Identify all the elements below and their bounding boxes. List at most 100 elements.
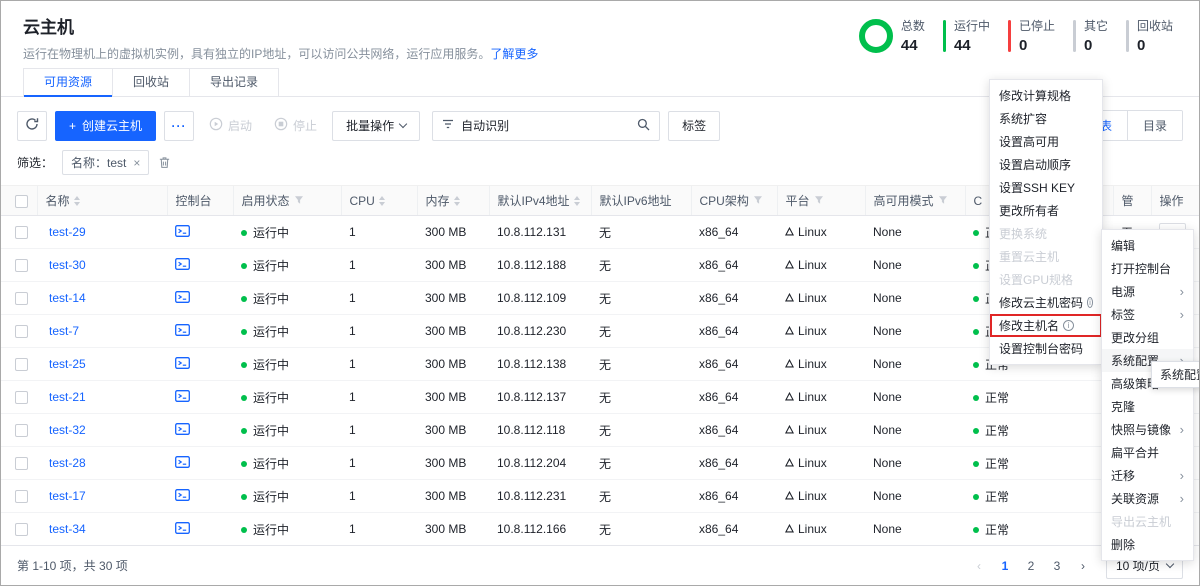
tag-button[interactable]: 标签 — [668, 111, 720, 141]
page-2-button[interactable]: 2 — [1020, 554, 1042, 578]
row-checkbox[interactable] — [15, 358, 28, 371]
clear-filter-icon[interactable] — [158, 156, 171, 169]
view-catalog-button[interactable]: 目录 — [1127, 111, 1182, 140]
tab-available-resources[interactable]: 可用资源 — [23, 68, 113, 96]
filter-funnel-icon[interactable] — [814, 194, 824, 208]
platform-value: Linux — [798, 423, 827, 437]
filter-funnel-icon[interactable] — [294, 194, 304, 208]
console-icon[interactable] — [175, 523, 190, 537]
row-menu-item[interactable]: 打开控制台 — [1102, 257, 1193, 280]
row-checkbox[interactable] — [15, 292, 28, 305]
page-prev-button[interactable]: ‹ — [968, 554, 990, 578]
submenu-item[interactable]: 设置启动顺序 — [990, 153, 1102, 176]
row-checkbox[interactable] — [15, 325, 28, 338]
submenu-item[interactable]: 系统扩容 — [990, 107, 1102, 130]
page-next-button[interactable]: › — [1072, 554, 1094, 578]
row-menu-item[interactable]: 扁平合并 — [1102, 441, 1193, 464]
tab-recycle-bin[interactable]: 回收站 — [113, 68, 190, 96]
more-actions-button[interactable]: ··· — [164, 111, 194, 141]
console-icon[interactable] — [175, 490, 190, 504]
row-menu-item[interactable]: 关联资源› — [1102, 487, 1193, 510]
col-ipv4[interactable]: 默认IPv4地址 — [498, 192, 570, 209]
console-icon[interactable] — [175, 259, 190, 273]
row-checkbox[interactable] — [15, 490, 28, 503]
vm-name-link[interactable]: test-32 — [49, 423, 86, 437]
tab-export-records[interactable]: 导出记录 — [190, 68, 279, 96]
sort-icon[interactable] — [574, 196, 580, 206]
linux-icon — [785, 456, 794, 470]
ha-value: None — [865, 381, 965, 414]
vm-name-link[interactable]: test-21 — [49, 390, 86, 404]
table-row: test-28 运行中 1 300 MB 10.8.112.204 无 x86_… — [1, 447, 1199, 480]
vm-name-link[interactable]: test-25 — [49, 357, 86, 371]
col-status[interactable]: 启用状态 — [242, 192, 290, 209]
stop-button[interactable]: 停止 — [267, 117, 324, 134]
vm-name-link[interactable]: test-14 — [49, 291, 86, 305]
submenu-arrow-icon: › — [1180, 308, 1184, 321]
row-checkbox[interactable] — [15, 226, 28, 239]
submenu-item[interactable]: 更改所有者 — [990, 199, 1102, 222]
filter-funnel-icon[interactable] — [938, 194, 948, 208]
create-vm-button[interactable]: + 创建云主机 — [55, 111, 156, 141]
row-checkbox[interactable] — [15, 424, 28, 437]
row-menu-item[interactable]: 电源› — [1102, 280, 1193, 303]
vm-name-link[interactable]: test-7 — [49, 324, 79, 338]
table-footer: 第 1-10 项，共 30 项 ‹ 1 2 3 › 10 项/页 — [1, 545, 1199, 585]
submenu-item[interactable]: 设置高可用 — [990, 130, 1102, 153]
console-icon[interactable] — [175, 358, 190, 372]
filter-tag[interactable]: 名称：test × — [62, 150, 149, 175]
learn-more-link[interactable]: 了解更多 — [490, 47, 538, 61]
select-all-checkbox[interactable] — [15, 195, 28, 208]
col-arch[interactable]: CPU架构 — [700, 192, 749, 209]
search-mode-label[interactable]: 自动识别 — [461, 117, 509, 134]
sort-icon[interactable] — [454, 196, 460, 206]
row-menu-item[interactable]: 删除 — [1102, 533, 1193, 556]
row-menu-item[interactable]: 标签› — [1102, 303, 1193, 326]
row-menu-item[interactable]: 迁移› — [1102, 464, 1193, 487]
sort-icon[interactable] — [74, 196, 80, 206]
console-icon[interactable] — [175, 292, 190, 306]
console-icon[interactable] — [175, 391, 190, 405]
col-ha-mode[interactable]: 高可用模式 — [874, 192, 934, 209]
console-icon[interactable] — [175, 226, 190, 240]
row-checkbox[interactable] — [15, 523, 28, 536]
col-name[interactable]: 名称 — [46, 192, 70, 209]
page-1-button[interactable]: 1 — [994, 554, 1016, 578]
search-input[interactable]: 自动识别 — [432, 111, 660, 141]
submenu-item[interactable]: 设置SSH KEY — [990, 176, 1102, 199]
page-3-button[interactable]: 3 — [1046, 554, 1068, 578]
col-cpu[interactable]: CPU — [350, 194, 375, 208]
row-menu-item[interactable]: 编辑 — [1102, 234, 1193, 257]
console-icon[interactable] — [175, 424, 190, 438]
submenu-item-rename-host[interactable]: 修改主机名i — [990, 314, 1102, 337]
row-checkbox[interactable] — [15, 391, 28, 404]
platform-value: Linux — [798, 357, 827, 371]
console-icon[interactable] — [175, 457, 190, 471]
console-icon[interactable] — [175, 325, 190, 339]
row-menu-item[interactable]: 快照与镜像› — [1102, 418, 1193, 441]
vm-name-link[interactable]: test-30 — [49, 258, 86, 272]
filter-funnel-icon[interactable] — [753, 194, 763, 208]
status-dot — [241, 230, 247, 236]
vm-name-link[interactable]: test-29 — [49, 225, 86, 239]
sort-icon[interactable] — [379, 196, 385, 206]
start-button[interactable]: 启动 — [202, 117, 259, 134]
row-checkbox[interactable] — [15, 457, 28, 470]
filter-tag-close-icon[interactable]: × — [133, 156, 140, 170]
stat-value: 0 — [1137, 37, 1173, 54]
vm-name-link[interactable]: test-28 — [49, 456, 86, 470]
tooltip: 系统配置 — [1151, 361, 1200, 388]
row-menu-item[interactable]: 克隆 — [1102, 395, 1193, 418]
vm-name-link[interactable]: test-17 — [49, 489, 86, 503]
col-platform[interactable]: 平台 — [786, 192, 810, 209]
search-icon[interactable] — [637, 118, 650, 134]
refresh-button[interactable] — [17, 111, 47, 141]
submenu-item[interactable]: 设置控制台密码 — [990, 337, 1102, 360]
row-checkbox[interactable] — [15, 259, 28, 272]
submenu-item[interactable]: 修改计算规格 — [990, 84, 1102, 107]
submenu-item-change-vm-password[interactable]: 修改云主机密码i — [990, 291, 1102, 314]
vm-name-link[interactable]: test-34 — [49, 522, 86, 536]
col-memory[interactable]: 内存 — [426, 192, 450, 209]
row-menu-item[interactable]: 更改分组 — [1102, 326, 1193, 349]
batch-actions-button[interactable]: 批量操作 — [332, 111, 420, 141]
